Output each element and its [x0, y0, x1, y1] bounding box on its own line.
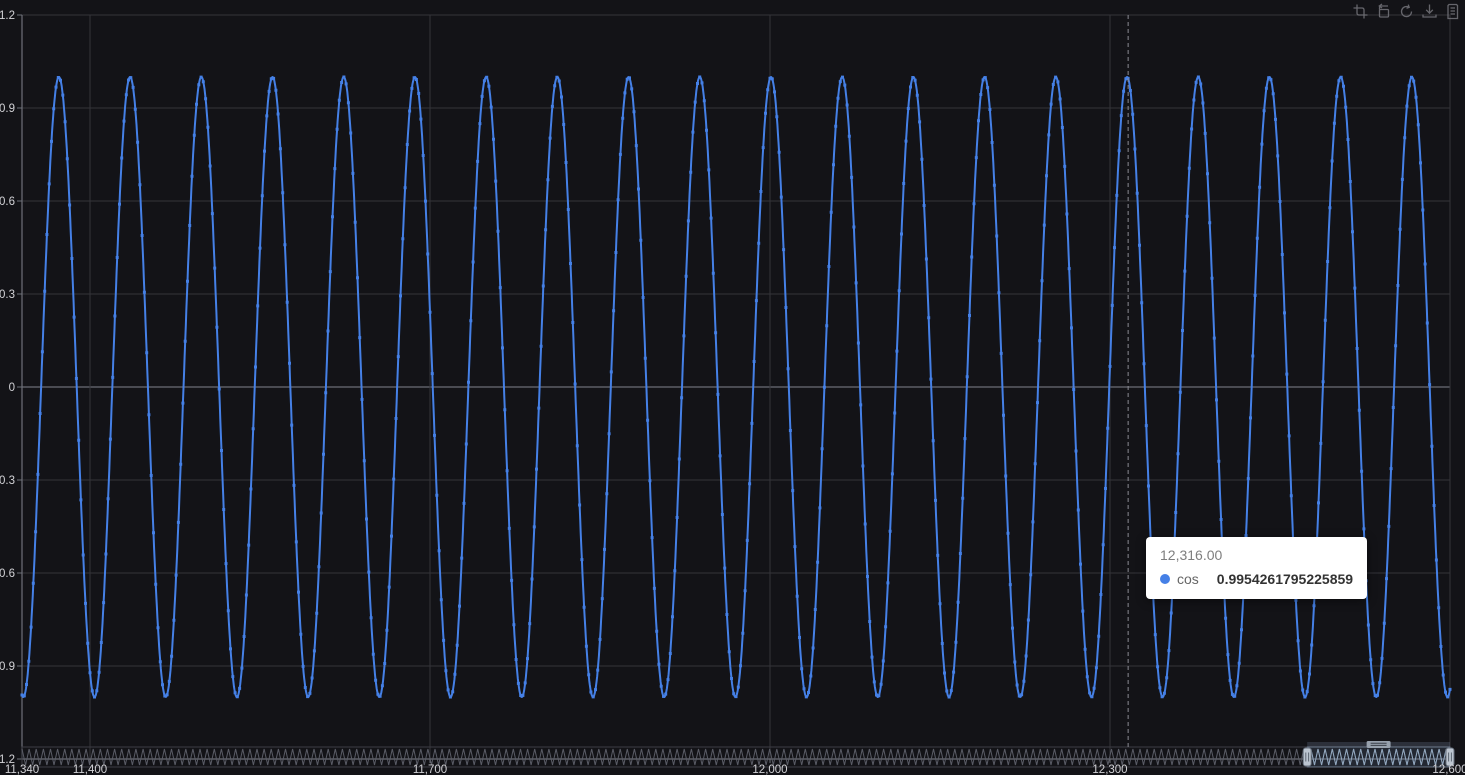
- x-axis-label: 12,600: [1432, 764, 1465, 775]
- x-axis-label: 12,000: [752, 764, 787, 775]
- x-axis-label: 11,700: [413, 764, 447, 775]
- tooltip-series-value: 0.9954261795225859: [1216, 571, 1354, 588]
- toolbox: [1352, 3, 1461, 20]
- y-axis-label: -0.6: [0, 568, 15, 580]
- series-marker-icon: [1160, 574, 1170, 585]
- restore-icon[interactable]: [1398, 3, 1415, 20]
- y-axis-label: 0: [9, 382, 15, 394]
- x-axis-label: 12,300: [1092, 764, 1127, 775]
- chart-container: 1.20.90.60.30-0.3-0.6-0.9-1.211,34011,40…: [0, 0, 1465, 775]
- x-axis-label: 11,400: [73, 764, 107, 775]
- datazoom-left-handle[interactable]: [1302, 747, 1312, 767]
- x-axis-label: 11,340: [5, 764, 39, 775]
- save-image-icon[interactable]: [1421, 3, 1438, 20]
- tooltip: 12,316.00 cos 0.9954261795225859: [1146, 537, 1368, 599]
- y-axis-label: 1.2: [0, 10, 15, 22]
- y-axis-label: -0.9: [0, 661, 15, 673]
- datazoom-move-grip[interactable]: [1366, 741, 1391, 748]
- tooltip-x-value: 12,316.00: [1160, 547, 1223, 563]
- zoom-reset-icon[interactable]: [1375, 3, 1392, 20]
- y-axis-label: 0.9: [0, 103, 15, 115]
- cosine-line-chart[interactable]: 1.20.90.60.30-0.3-0.6-0.9-1.211,34011,40…: [0, 0, 1465, 775]
- datazoom-minimap-wave: [21, 748, 1451, 766]
- tooltip-series-row: cos 0.9954261795225859: [1160, 569, 1353, 589]
- y-axis-label: 0.3: [0, 289, 15, 301]
- tooltip-series-name: cos: [1177, 571, 1199, 588]
- zoom-select-icon[interactable]: [1352, 3, 1369, 20]
- data-view-icon[interactable]: [1444, 3, 1461, 20]
- y-axis-label: 0.6: [0, 196, 15, 208]
- y-axis-label: -0.3: [0, 475, 15, 487]
